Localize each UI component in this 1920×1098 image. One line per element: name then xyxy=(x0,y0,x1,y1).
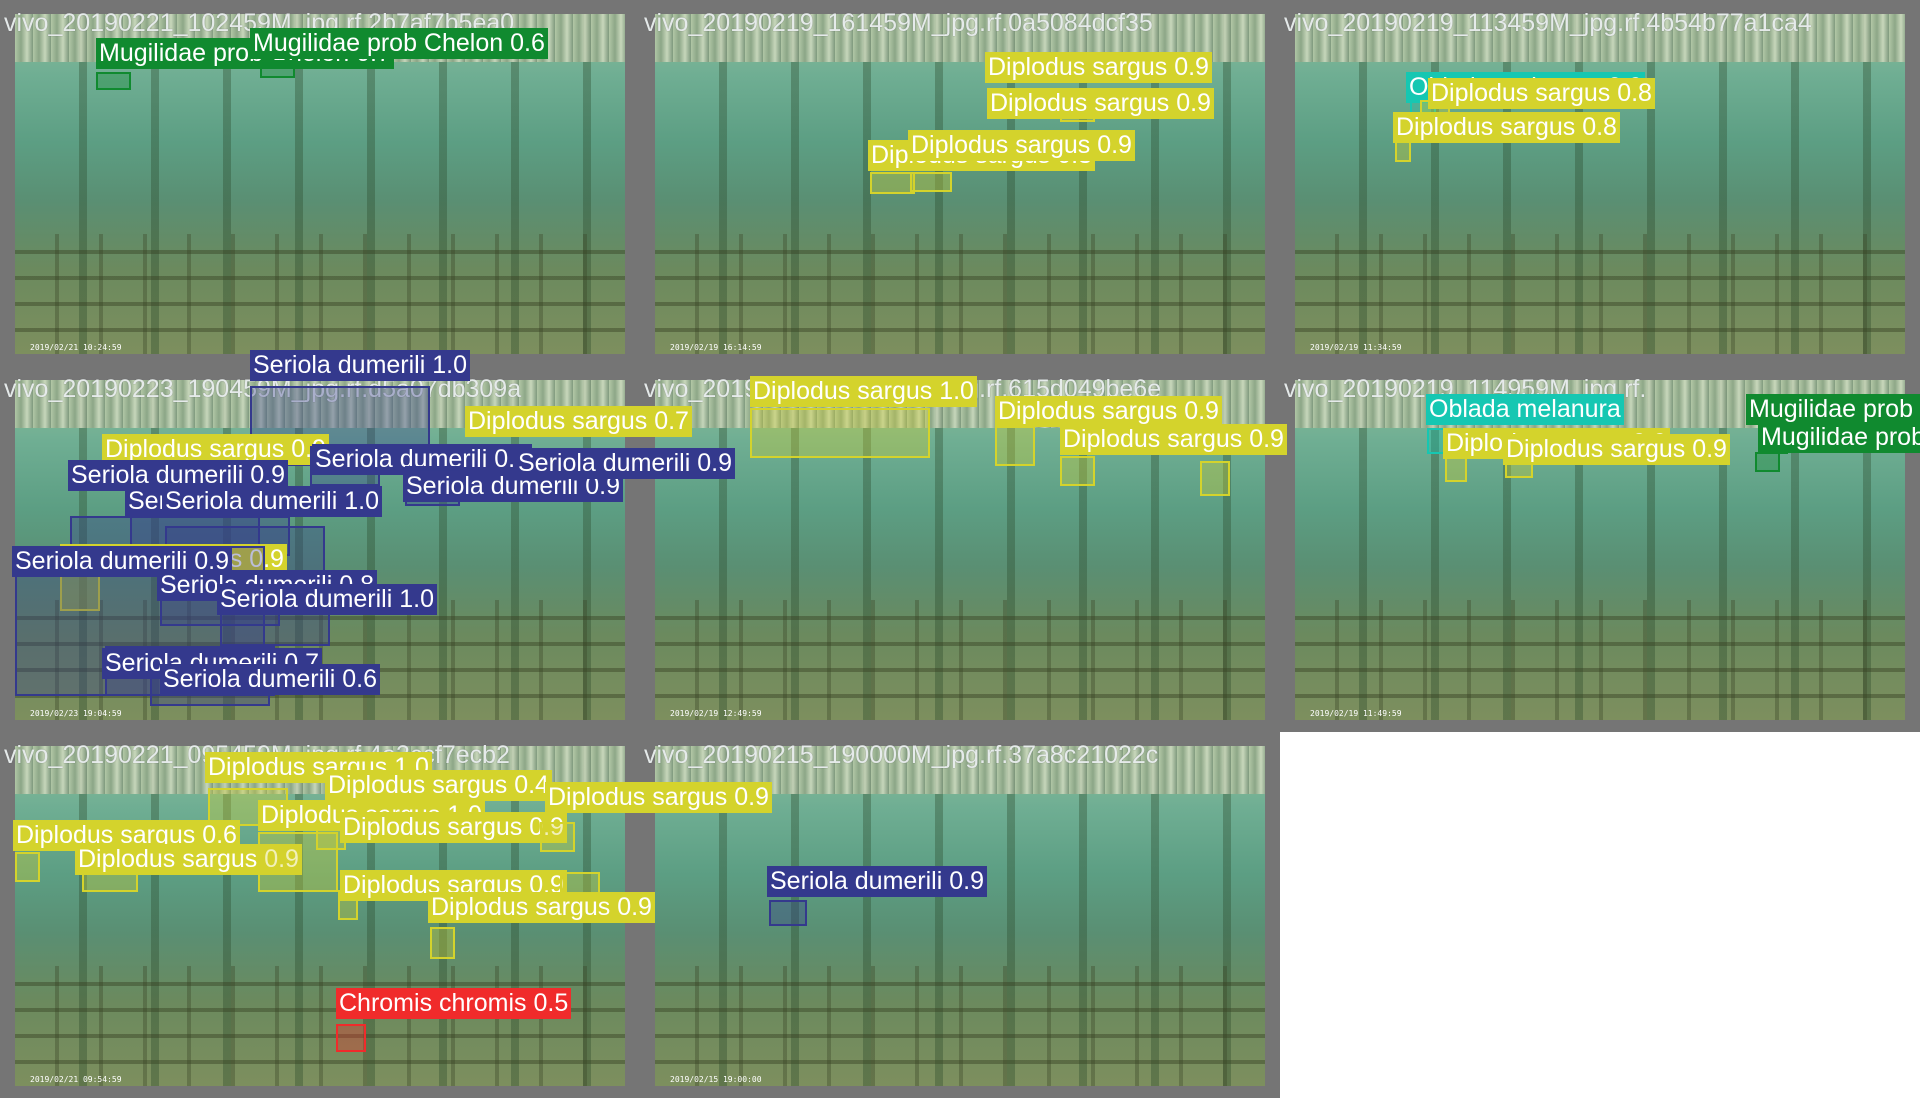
detection-label: Mugilidae prob Chelon xyxy=(1746,394,1920,425)
photo-timestamp: 2019/02/21 10:24:59 xyxy=(30,343,122,352)
detection-label: Seriola dumerili 1.0 xyxy=(250,350,470,381)
detection-label: Diplodus sargus 0.4 xyxy=(325,770,552,801)
detection-label: Oblada melanura xyxy=(1426,394,1624,425)
photo-timestamp: 2019/02/19 12:49:59 xyxy=(670,709,762,718)
photo-timestamp: 2019/02/23 19:04:59 xyxy=(30,709,122,718)
tile-title: vivo_20190219_161459M_jpg.rf.0a5084dcf35 xyxy=(644,9,1153,37)
bounding-box xyxy=(750,408,930,458)
bounding-box xyxy=(870,172,915,194)
photo-timestamp: 2019/02/19 16:14:59 xyxy=(670,343,762,352)
detection-label: Diplodus sargus 0.8 xyxy=(1393,112,1620,143)
detection-label: Diplodus sargus 0.9 xyxy=(428,892,655,923)
mosaic-tile: 2019/02/19 11:34:59 vivo_20190219_113459M… xyxy=(1280,0,1920,366)
photo-timestamp: 2019/02/21 09:54:59 xyxy=(30,1075,122,1084)
detection-label: Diplodus sargus 0.9 xyxy=(985,52,1212,83)
detection-label: Seriola dumerili 1.0 xyxy=(217,584,437,615)
bounding-box xyxy=(96,72,131,90)
detection-label: Diplodus sargus 0.8 xyxy=(1428,78,1655,109)
detection-label: Diplodus sargus 0.9 xyxy=(995,396,1222,427)
mosaic-grid: 2019/02/21 10:24:59 vivo_20190221_102459M… xyxy=(0,0,1920,1098)
tile-title: vivo_20190215_190000M_jpg.rf.37a8c21022c xyxy=(644,741,1159,769)
photo-timestamp: 2019/02/19 11:49:59 xyxy=(1310,709,1402,718)
bounding-box xyxy=(260,60,295,78)
underwater-photo xyxy=(1295,14,1905,354)
bounding-box xyxy=(336,1024,366,1052)
detection-label: Diplodus sargus 0.9 xyxy=(908,130,1135,161)
detection-label: Diplodus sargus 0.9 xyxy=(1503,434,1730,465)
mosaic-tile: 2019/02/19 11:49:59 vivo_20190219_114959M… xyxy=(1280,366,1920,732)
detection-label: Diplodus sargus 0.9 xyxy=(340,812,567,843)
mosaic-tile: 2019/02/19 12:49:59vivo_20190219_124959M… xyxy=(465,366,1287,732)
detection-label: Mugilidae prob Chelon 0.6 xyxy=(250,28,548,59)
detection-label: Seriola dumerili 1.0 xyxy=(162,486,382,517)
bounding-box xyxy=(1200,461,1230,496)
bounding-box xyxy=(540,822,575,852)
bounding-box xyxy=(430,927,455,959)
mosaic-tile: 2019/02/21 09:54:59vivo_20190221_095459M… xyxy=(0,732,772,1098)
detection-label: Chromis chromis 0.5 xyxy=(336,988,572,1019)
bounding-box xyxy=(995,426,1035,466)
bounding-box xyxy=(1445,456,1467,482)
bounding-box xyxy=(15,852,40,882)
bounding-box xyxy=(910,172,952,192)
detection-label: Diplodus sargus 0.9 xyxy=(1060,424,1287,455)
detection-label: Diplodus sargus 0.9 xyxy=(987,88,1214,119)
mosaic-tile: 2019/02/19 16:14:59 vivo_20190219_161459M… xyxy=(640,0,1280,366)
detection-label: Diplodus sargus 0.7 xyxy=(465,406,692,437)
detection-label: Seriola dumerili 0.6 xyxy=(160,664,380,695)
bounding-box xyxy=(258,832,338,892)
detection-label: Seriola dumerili 0.9 xyxy=(767,866,987,897)
mosaic-tile: 2019/02/21 10:24:59 vivo_20190221_102459M… xyxy=(0,0,640,366)
bounding-box xyxy=(1060,456,1095,486)
bounding-box xyxy=(1395,140,1411,162)
detection-label: Seriola dumerili 0.9 xyxy=(515,448,735,479)
photo-timestamp: 2019/02/19 11:34:59 xyxy=(1310,343,1402,352)
bounding-box xyxy=(1755,452,1780,472)
photo-timestamp: 2019/02/15 19:00:00 xyxy=(670,1075,762,1084)
detection-label: Mugilidae prob xyxy=(1758,422,1920,453)
detection-label: Diplodus sargus 1.0 xyxy=(750,376,977,407)
tile-title: vivo_20190219_113459M_jpg.rf.4b54b77a1ca… xyxy=(1284,9,1812,37)
detection-label: Diplodus sargus 0.9 xyxy=(545,782,772,813)
bounding-box xyxy=(769,900,807,926)
